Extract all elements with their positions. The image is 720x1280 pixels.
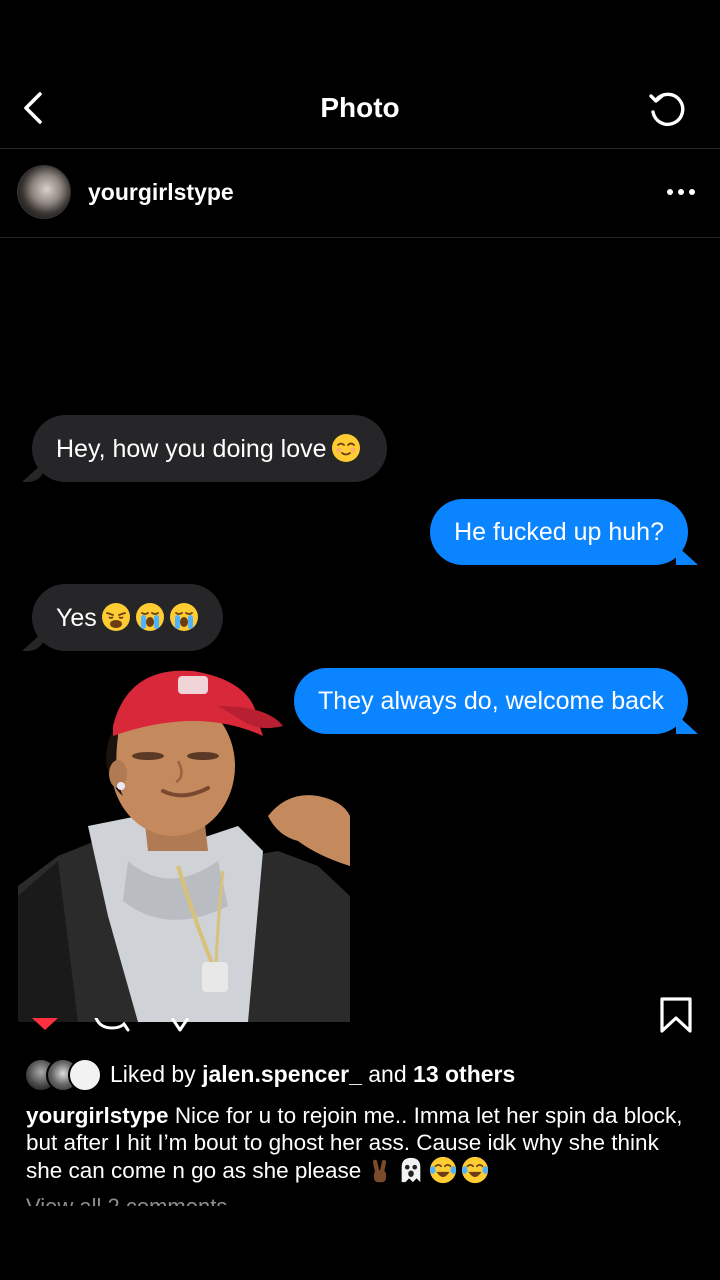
likes-connector: and — [368, 1061, 407, 1087]
weary-face-icon — [101, 603, 130, 631]
likes-row[interactable]: Liked by jalen.spencer_ and 13 others — [24, 1057, 704, 1092]
view-all-comments-text: View all 2 comments — [26, 1194, 326, 1206]
message-text: They always do, welcome back — [318, 687, 664, 715]
like-button[interactable] — [30, 1018, 60, 1032]
post-header: yourgirlstype — [0, 148, 720, 238]
comment-icon — [94, 1018, 130, 1032]
post-username[interactable]: yourgirlstype — [88, 179, 234, 206]
likes-summary: Liked by jalen.spencer_ and 13 others — [110, 1061, 515, 1088]
ghost-icon — [401, 1157, 421, 1183]
refresh-icon — [649, 92, 685, 126]
refresh-button[interactable] — [646, 88, 688, 130]
heart-icon — [32, 1018, 58, 1030]
loudly-crying-face-icon — [135, 603, 164, 631]
avatar[interactable] — [17, 165, 71, 219]
comment-button[interactable] — [94, 1018, 130, 1032]
more-options-button[interactable] — [664, 178, 698, 206]
top-navigation-bar: Photo — [0, 66, 720, 149]
liker-username[interactable]: jalen.spencer_ — [202, 1061, 362, 1087]
likes-others-link[interactable]: 13 others — [413, 1061, 515, 1087]
message-bubble-sent: He fucked up huh? — [430, 499, 688, 565]
post-caption: yourgirlstype Nice for u to rejoin me.. … — [26, 1102, 696, 1184]
save-button[interactable] — [658, 996, 694, 1034]
instagram-photo-screen: Photo yourgirlstype Hey, how you doing l… — [0, 0, 720, 1280]
caption-username[interactable]: yourgirlstype — [26, 1103, 169, 1128]
share-icon — [170, 1018, 190, 1032]
more-horizontal-icon — [667, 189, 695, 195]
page-title: Photo — [320, 92, 400, 123]
bookmark-icon — [660, 997, 692, 1033]
tears-of-joy-icon — [462, 1156, 489, 1184]
view-all-comments-link[interactable]: View all 2 comments — [26, 1194, 326, 1206]
meme-person-image — [18, 670, 350, 1022]
liker-avatar[interactable] — [68, 1058, 102, 1092]
share-button[interactable] — [168, 1018, 204, 1032]
message-bubble-received: Yes — [32, 584, 223, 651]
message-text: Yes — [56, 604, 97, 632]
loudly-crying-face-icon — [169, 603, 198, 631]
message-bubble-sent: They always do, welcome back — [294, 668, 688, 734]
relieved-face-icon — [331, 434, 360, 462]
message-text: He fucked up huh? — [454, 518, 664, 546]
tears-of-joy-icon — [430, 1156, 457, 1184]
message-bubble-received: Hey, how you doing love — [32, 415, 387, 482]
likes-prefix: Liked by — [110, 1061, 196, 1087]
message-text: Hey, how you doing love — [56, 435, 327, 463]
post-image[interactable]: Hey, how you doing love He fucked up huh… — [0, 238, 720, 1022]
victory-hand-icon — [373, 1159, 387, 1183]
